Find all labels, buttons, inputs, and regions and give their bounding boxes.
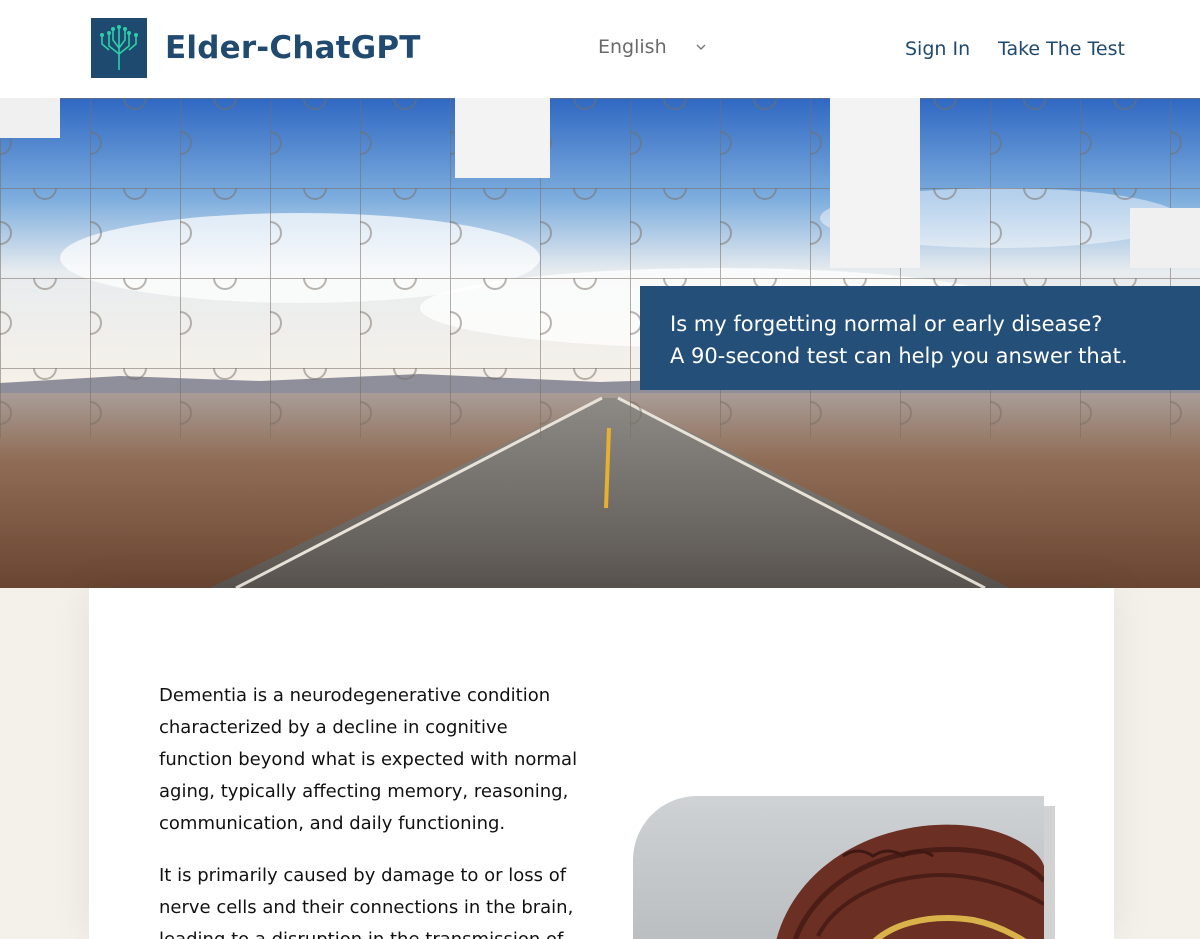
brand-name[interactable]: Elder-ChatGPT xyxy=(165,30,421,66)
paragraph-2: It is primarily caused by damage to or l… xyxy=(159,865,574,939)
logo[interactable] xyxy=(91,18,147,78)
circuit-tree-icon xyxy=(100,25,138,70)
callout-line-2: A 90-second test can help you answer tha… xyxy=(670,344,1128,368)
site-header: Elder-ChatGPT English Sign In Take The T… xyxy=(0,0,1200,98)
language-select[interactable]: English xyxy=(598,36,667,58)
take-the-test-link[interactable]: Take The Test xyxy=(998,38,1125,60)
intro-text: Dementia is a neurodegenerative conditio… xyxy=(159,680,579,939)
callout-line-1: Is my forgetting normal or early disease… xyxy=(670,312,1103,336)
hero-callout: Is my forgetting normal or early disease… xyxy=(640,286,1200,390)
image-shadow xyxy=(1043,806,1055,939)
brain-model-image xyxy=(633,796,1044,939)
chevron-down-icon[interactable] xyxy=(694,40,708,54)
sign-in-link[interactable]: Sign In xyxy=(905,38,970,60)
content-card: Dementia is a neurodegenerative conditio… xyxy=(89,588,1114,939)
brain-illustration xyxy=(776,824,1044,939)
hero-banner: Is my forgetting normal or early disease… xyxy=(0,98,1200,588)
paragraph-1: Dementia is a neurodegenerative conditio… xyxy=(159,685,578,834)
